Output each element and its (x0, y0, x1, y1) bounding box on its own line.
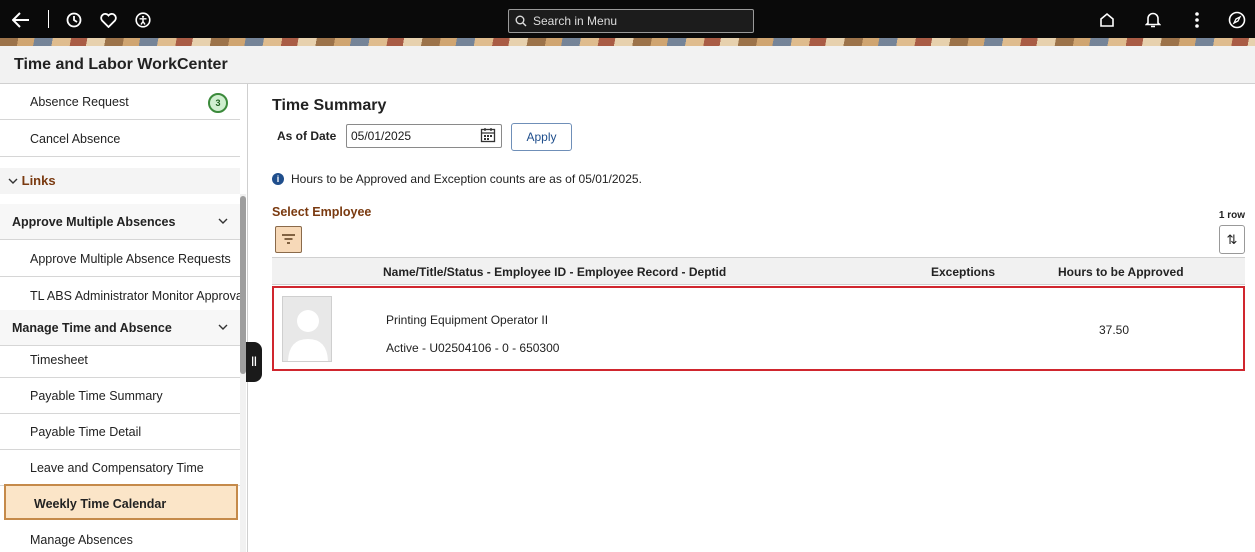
links-section-header[interactable]: Links (0, 168, 240, 194)
sidebar-item-label: Payable Time Summary (30, 389, 163, 403)
sidebar-item-manage-absences[interactable]: Manage Absences (0, 522, 240, 552)
person-silhouette-icon (288, 310, 328, 361)
sort-arrows-icon: ⇅ (1226, 232, 1238, 247)
accessibility-icon[interactable] (132, 9, 154, 31)
info-message-text: Hours to be Approved and Exception count… (291, 172, 642, 186)
hours-to-be-approved: 37.50 (1099, 323, 1130, 337)
group-label: Manage Time and Absence (12, 321, 172, 335)
page-title-bar: Time and Labor WorkCenter (0, 46, 1255, 84)
left-navigation-panel: Absence Request 3 Cancel Absence Links A… (0, 84, 248, 552)
back-arrow-icon[interactable] (10, 9, 32, 31)
top-navigation-bar: Search in Menu (0, 0, 1255, 38)
select-employee-heading: Select Employee (272, 205, 372, 219)
sidebar-group-manage-time-and-absence[interactable]: Manage Time and Absence (0, 310, 240, 346)
sidebar-item-tl-abs-administrator-monitor[interactable]: TL ABS Administrator Monitor Approva (0, 278, 240, 314)
search-icon (515, 15, 527, 27)
info-message: i Hours to be Approved and Exception cou… (272, 172, 642, 186)
chevron-down-icon (8, 173, 22, 188)
sidebar-item-approve-multiple-absence-requests[interactable]: Approve Multiple Absence Requests (0, 241, 240, 277)
filter-button[interactable] (275, 226, 302, 253)
sidebar-item-timesheet[interactable]: Timesheet (0, 342, 240, 378)
count-badge: 3 (208, 93, 228, 113)
sidebar-item-label: Payable Time Detail (30, 425, 142, 439)
employee-photo-placeholder (282, 296, 332, 362)
as-of-date-label: As of Date (277, 129, 337, 143)
calendar-icon[interactable] (480, 127, 496, 143)
employee-status-detail: Active - U02504106 - 0 - 650300 (386, 341, 560, 355)
decorative-banner (0, 38, 1255, 46)
employee-row[interactable]: Printing Equipment Operator II Active - … (272, 286, 1245, 371)
employee-title: Printing Equipment Operator II (386, 313, 549, 327)
apply-button[interactable]: Apply (511, 123, 572, 151)
sidebar-group-approve-multiple-absences[interactable]: Approve Multiple Absences (0, 204, 240, 240)
sidebar-item-leave-and-compensatory-time[interactable]: Leave and Compensatory Time (0, 450, 240, 486)
menu-search-input[interactable]: Search in Menu (508, 9, 754, 33)
section-heading: Time Summary (272, 97, 387, 114)
more-actions-icon[interactable] (1186, 9, 1208, 31)
chevron-down-icon (218, 204, 228, 240)
sidebar-item-label: Leave and Compensatory Time (30, 461, 204, 475)
collapse-panel-toggle[interactable]: || (246, 342, 262, 382)
sidebar-item-label: Weekly Time Calendar (34, 497, 167, 511)
navigator-compass-icon[interactable] (1226, 9, 1248, 31)
home-icon[interactable] (1096, 9, 1118, 31)
separator (48, 10, 49, 28)
recent-history-icon[interactable] (63, 9, 85, 31)
column-header-hours[interactable]: Hours to be Approved (1058, 265, 1184, 279)
as-of-date-input[interactable]: 05/01/2025 (346, 124, 502, 148)
info-icon: i (272, 173, 284, 185)
sidebar-item-absence-request[interactable]: Absence Request 3 (0, 84, 240, 120)
pause-bars-icon: || (251, 356, 257, 367)
chevron-down-icon (218, 310, 228, 346)
sidebar-item-cancel-absence[interactable]: Cancel Absence (0, 121, 240, 157)
sidebar-item-label: Manage Absences (30, 533, 133, 547)
search-placeholder: Search in Menu (533, 14, 618, 28)
notifications-bell-icon[interactable] (1142, 9, 1164, 31)
links-header-label: Links (21, 173, 56, 188)
filter-icon (282, 234, 295, 244)
page-title: Time and Labor WorkCenter (14, 56, 228, 73)
column-header-name[interactable]: Name/Title/Status - Employee ID - Employ… (383, 265, 726, 279)
group-label: Approve Multiple Absences (12, 215, 176, 229)
sidebar-item-weekly-time-calendar[interactable]: Weekly Time Calendar (4, 484, 238, 520)
column-header-exceptions[interactable]: Exceptions (931, 265, 995, 279)
sidebar-item-label: Timesheet (30, 353, 88, 367)
sidebar-item-payable-time-summary[interactable]: Payable Time Summary (0, 378, 240, 414)
grid-header: Name/Title/Status - Employee ID - Employ… (272, 257, 1245, 285)
date-value: 05/01/2025 (351, 129, 412, 143)
favorites-heart-icon[interactable] (97, 9, 119, 31)
row-count: 1 row (1218, 210, 1245, 221)
sidebar-item-payable-time-detail[interactable]: Payable Time Detail (0, 414, 240, 450)
sidebar-item-label: Cancel Absence (30, 132, 121, 146)
main-content: Time Summary As of Date 05/01/2025 Apply… (262, 84, 1255, 552)
sidebar-item-label: Approve Multiple Absence Requests (30, 252, 231, 266)
sidebar-item-label: TL ABS Administrator Monitor Approva (30, 289, 240, 303)
sidebar-item-label: Absence Request (30, 95, 129, 109)
sort-button[interactable]: ⇅ (1219, 225, 1245, 254)
